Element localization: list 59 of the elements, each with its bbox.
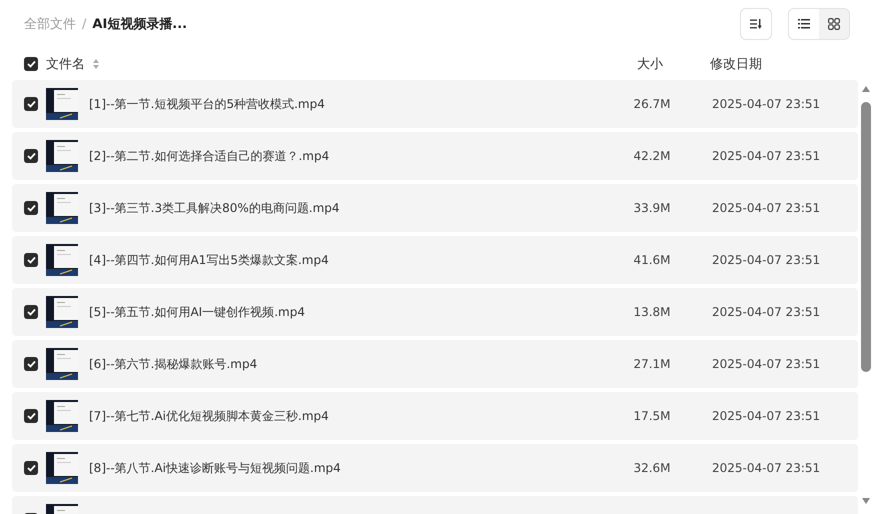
video-thumbnail <box>46 400 78 432</box>
video-thumbnail <box>46 88 78 120</box>
file-size: 41.6M <box>633 253 671 267</box>
file-size: 17.5M <box>633 409 671 423</box>
file-name[interactable]: [3]--第三节.3类工具解决80%的电商问题.mp4 <box>89 200 340 216</box>
video-thumbnail <box>46 244 78 276</box>
file-size: 27.1M <box>633 357 671 371</box>
row-checkbox[interactable] <box>24 357 38 371</box>
list-view-icon <box>798 19 810 29</box>
sort-icon <box>750 19 762 29</box>
row-checkbox[interactable] <box>24 97 38 111</box>
breadcrumb-separator: / <box>82 16 86 32</box>
row-checkbox[interactable] <box>24 409 38 423</box>
column-header[interactable]: 文件名 <box>46 55 85 73</box>
file-row[interactable]: [8]--第八节.Ai快速诊断账号与短视频问题.mp4 32.6M 2025-04-07 23:51 <box>12 444 858 492</box>
modified-date: 2025-04-07 23:51 <box>712 201 820 215</box>
file-size: 42.2M <box>633 149 671 163</box>
grid-view-icon <box>828 18 840 30</box>
select-all-checkbox[interactable] <box>24 57 38 71</box>
modified-date: 2025-04-07 23:51 <box>712 97 820 111</box>
video-thumbnail <box>46 296 78 328</box>
file-row[interactable]: [6]--第六节.揭秘爆款账号.mp4 27.1M 2025-04-07 23:51 <box>12 340 858 388</box>
file-row[interactable]: [5]--第五节.如何用AI一键创作视频.mp4 13.8M 2025-04-07 23:51 <box>12 288 858 336</box>
file-size: 33.9M <box>633 201 671 215</box>
file-name[interactable]: [6]--第六节.揭秘爆款账号.mp4 <box>89 356 258 372</box>
file-name[interactable]: [1]--第一节.短视频平台的5种营收模式.mp4 <box>89 96 325 112</box>
file-row[interactable]: [3]--第三节.3类工具解决80%的电商问题.mp4 33.9M 2025-04-07 23:51 <box>12 184 858 232</box>
column-header: 修改日期 <box>710 57 762 72</box>
modified-date: 2025-04-07 23:51 <box>712 461 820 475</box>
file-row[interactable]: [2]--第二节.如何选择合适自己的赛道？.mp4 42.2M 2025-04-07 23:51 <box>12 132 858 180</box>
file-name[interactable]: [2]--第二节.如何选择合适自己的赛道？.mp4 <box>89 148 330 164</box>
file-row[interactable]: [1]--第一节.短视频平台的5种营收模式.mp4 26.7M 2025-04-07 23:51 <box>12 80 858 128</box>
modified-date: 2025-04-07 23:51 <box>712 357 820 371</box>
file-size: 26.7M <box>633 97 671 111</box>
file-name[interactable]: [7]--第七节.Ai优化短视频脚本黄金三秒.mp4 <box>89 408 329 424</box>
video-thumbnail <box>46 140 78 172</box>
column-header: 大小 <box>637 57 663 72</box>
file-size: 13.8M <box>633 305 671 319</box>
modified-date: 2025-04-07 23:51 <box>712 149 820 163</box>
video-thumbnail <box>46 348 78 380</box>
file-name[interactable]: [8]--第八节.Ai快速诊断账号与短视频问题.mp4 <box>89 460 341 476</box>
list-view-button[interactable] <box>789 9 819 39</box>
file-row[interactable]: [4]--第四节.如何用A1写出5类爆款文案.mp4 41.6M 2025-04-07 23:51 <box>12 236 858 284</box>
file-name[interactable]: [5]--第五节.如何用AI一键创作视频.mp4 <box>89 304 305 320</box>
row-checkbox[interactable] <box>24 305 38 319</box>
video-thumbnail <box>46 192 78 224</box>
row-checkbox[interactable] <box>24 461 38 475</box>
row-checkbox[interactable] <box>24 149 38 163</box>
breadcrumb-item: AI短视频录播... <box>92 16 188 33</box>
file-size: 32.6M <box>633 461 671 475</box>
file-row[interactable]: [7]--第七节.Ai优化短视频脚本黄金三秒.mp4 17.5M 2025-04-07 23:51 <box>12 392 858 440</box>
row-checkbox[interactable] <box>24 253 38 267</box>
video-thumbnail <box>46 452 78 484</box>
sort-button[interactable] <box>740 8 772 40</box>
modified-date: 2025-04-07 23:51 <box>712 409 820 423</box>
modified-date: 2025-04-07 23:51 <box>712 253 820 267</box>
modified-date: 2025-04-07 23:51 <box>712 305 820 319</box>
file-name[interactable]: [4]--第四节.如何用A1写出5类爆款文案.mp4 <box>89 252 329 268</box>
row-checkbox[interactable] <box>24 201 38 215</box>
